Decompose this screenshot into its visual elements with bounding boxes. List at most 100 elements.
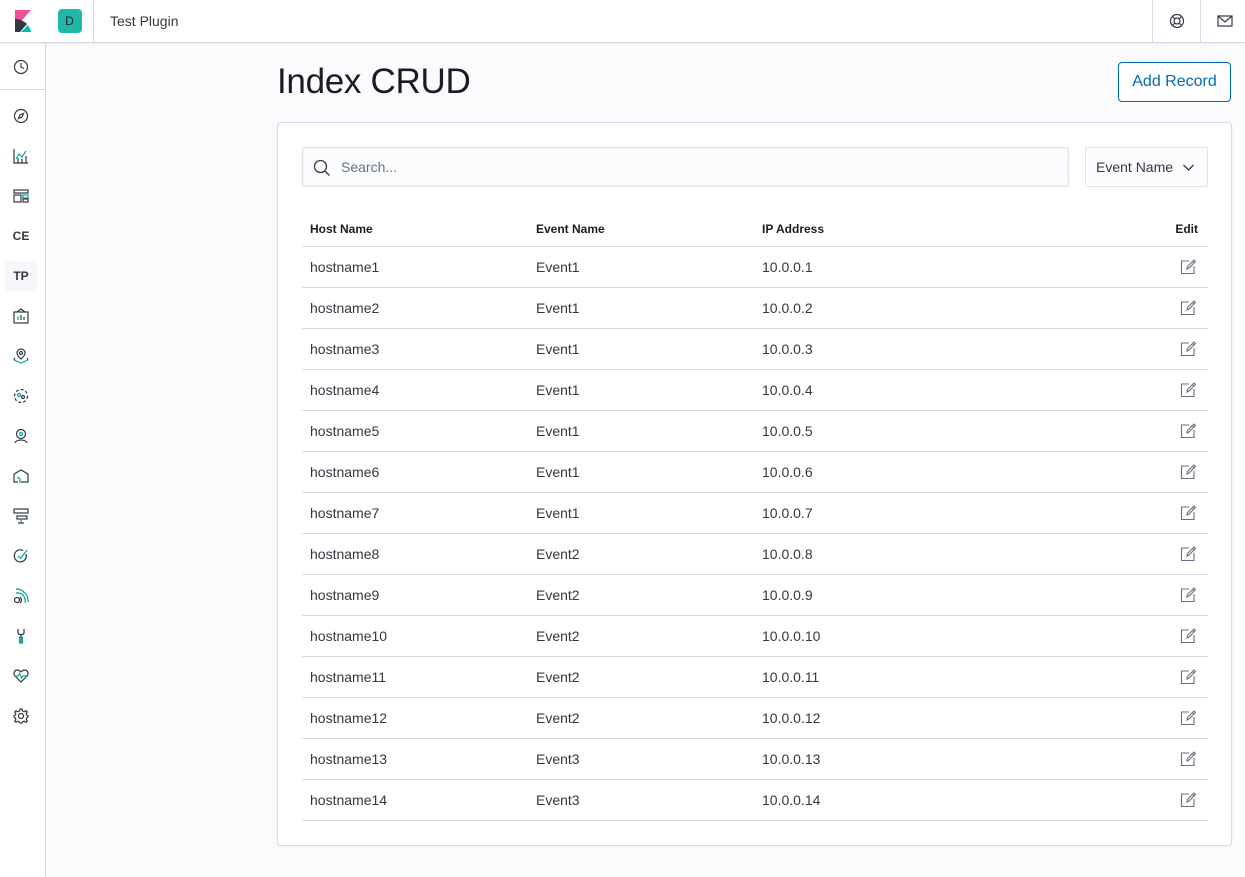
column-header-host-name[interactable]: Host Name	[310, 211, 373, 247]
edit-icon[interactable]	[1180, 587, 1197, 603]
cell-host-name: hostname13	[310, 751, 388, 767]
kibana-logo-icon	[15, 10, 31, 32]
nav-ml[interactable]	[5, 381, 37, 411]
cell-ip-address: 10.0.0.8	[762, 546, 813, 562]
nav-discover[interactable]	[5, 101, 37, 131]
nav-canvas[interactable]	[5, 301, 37, 331]
gear-icon	[13, 708, 29, 724]
cell-event-name: Event2	[536, 587, 580, 603]
edit-icon[interactable]	[1180, 382, 1197, 398]
search-input[interactable]	[341, 148, 1061, 186]
cell-ip-address: 10.0.0.13	[762, 751, 821, 767]
nav-graph[interactable]	[5, 421, 37, 451]
cell-event-name: Event2	[536, 628, 580, 644]
edit-icon[interactable]	[1180, 669, 1197, 685]
nav-ce[interactable]: CE	[5, 221, 37, 251]
edit-icon[interactable]	[1180, 341, 1197, 357]
space-avatar: D	[57, 9, 82, 33]
nav-recently-viewed[interactable]	[5, 52, 37, 82]
page-title: Index CRUD	[277, 62, 471, 101]
nav-dashboard[interactable]	[5, 181, 37, 211]
edit-icon[interactable]	[1180, 505, 1197, 521]
cell-host-name: hostname6	[310, 464, 380, 480]
cell-host-name: hostname7	[310, 505, 380, 521]
column-header-edit: Edit	[1175, 222, 1198, 236]
cell-ip-address: 10.0.0.7	[762, 505, 813, 521]
nav-apm[interactable]	[5, 541, 37, 571]
cell-host-name: hostname4	[310, 382, 380, 398]
cell-event-name: Event1	[536, 464, 580, 480]
edit-icon[interactable]	[1180, 628, 1197, 644]
app-title: Test Plugin	[110, 13, 179, 29]
table-row: hostname5 Event1 10.0.0.5	[302, 411, 1208, 452]
column-header-ip-address[interactable]: IP Address	[762, 211, 824, 247]
records-table: Host Name Event Name IP Address Edit hos…	[302, 211, 1208, 821]
edit-icon[interactable]	[1180, 710, 1197, 726]
table-row: hostname7 Event1 10.0.0.7	[302, 493, 1208, 534]
nav-dev-tools[interactable]	[5, 621, 37, 651]
apm-icon	[13, 549, 28, 563]
canvas-icon	[13, 308, 29, 324]
cell-event-name: Event1	[536, 259, 580, 275]
nav-separator	[0, 89, 45, 90]
cell-host-name: hostname5	[310, 423, 380, 439]
compass-icon	[13, 108, 29, 124]
dashboard-icon	[13, 189, 29, 203]
table-row: hostname9 Event2 10.0.0.9	[302, 575, 1208, 616]
nav-maps[interactable]	[5, 341, 37, 371]
edit-icon[interactable]	[1180, 259, 1197, 275]
table-row: hostname4 Event1 10.0.0.4	[302, 370, 1208, 411]
cell-host-name: hostname9	[310, 587, 380, 603]
cell-host-name: hostname10	[310, 628, 388, 644]
chart-icon	[13, 149, 28, 164]
cell-ip-address: 10.0.0.6	[762, 464, 813, 480]
cell-host-name: hostname2	[310, 300, 380, 316]
nav-visualize[interactable]	[5, 141, 37, 171]
nav-tp[interactable]: TP	[5, 261, 37, 291]
table-row: hostname14 Event3 10.0.0.14	[302, 780, 1208, 821]
nav-uptime[interactable]	[5, 581, 37, 611]
edit-icon[interactable]	[1180, 464, 1197, 480]
edit-icon[interactable]	[1180, 546, 1197, 562]
edit-icon[interactable]	[1180, 751, 1197, 767]
cell-ip-address: 10.0.0.10	[762, 628, 821, 644]
cell-event-name: Event1	[536, 300, 580, 316]
cell-event-name: Event2	[536, 710, 580, 726]
cell-ip-address: 10.0.0.2	[762, 300, 813, 316]
cell-ip-address: 10.0.0.3	[762, 341, 813, 357]
cell-ip-address: 10.0.0.5	[762, 423, 813, 439]
kibana-logo[interactable]	[0, 0, 46, 42]
nav-management[interactable]	[5, 701, 37, 731]
column-header-event-name[interactable]: Event Name	[536, 211, 605, 247]
table-row: hostname13 Event3 10.0.0.13	[302, 739, 1208, 780]
cell-host-name: hostname14	[310, 792, 388, 808]
space-selector[interactable]: D	[46, 0, 94, 42]
table-row: hostname3 Event1 10.0.0.3	[302, 329, 1208, 370]
table-row: hostname8 Event2 10.0.0.8	[302, 534, 1208, 575]
edit-icon[interactable]	[1180, 300, 1197, 316]
event-name-filter[interactable]: Event Name	[1085, 147, 1208, 187]
wrench-icon	[17, 629, 25, 644]
nav-infra[interactable]	[5, 461, 37, 491]
cell-ip-address: 10.0.0.9	[762, 587, 813, 603]
cell-host-name: hostname3	[310, 341, 380, 357]
cell-ip-address: 10.0.0.14	[762, 792, 821, 808]
table-row: hostname6 Event1 10.0.0.6	[302, 452, 1208, 493]
cell-event-name: Event1	[536, 341, 580, 357]
clock-icon	[13, 59, 29, 75]
edit-icon[interactable]	[1180, 792, 1197, 808]
cell-host-name: hostname1	[310, 259, 380, 275]
records-panel: Event Name Host Name Event Name IP Addre…	[277, 122, 1232, 846]
edit-icon[interactable]	[1180, 423, 1197, 439]
nav-monitoring[interactable]	[5, 661, 37, 691]
help-icon	[1169, 13, 1184, 29]
nav-logs[interactable]	[5, 501, 37, 531]
cell-ip-address: 10.0.0.1	[762, 259, 813, 275]
chevron-down-icon	[1183, 164, 1194, 171]
help-button[interactable]	[1152, 0, 1200, 42]
table-body: hostname1 Event1 10.0.0.1 hostname2 Event1 10…	[302, 247, 1208, 821]
table-header: Host Name Event Name IP Address Edit	[302, 211, 1208, 247]
add-record-button[interactable]: Add Record	[1118, 62, 1231, 102]
newsfeed-button[interactable]	[1200, 0, 1245, 42]
search-box[interactable]	[302, 147, 1069, 187]
